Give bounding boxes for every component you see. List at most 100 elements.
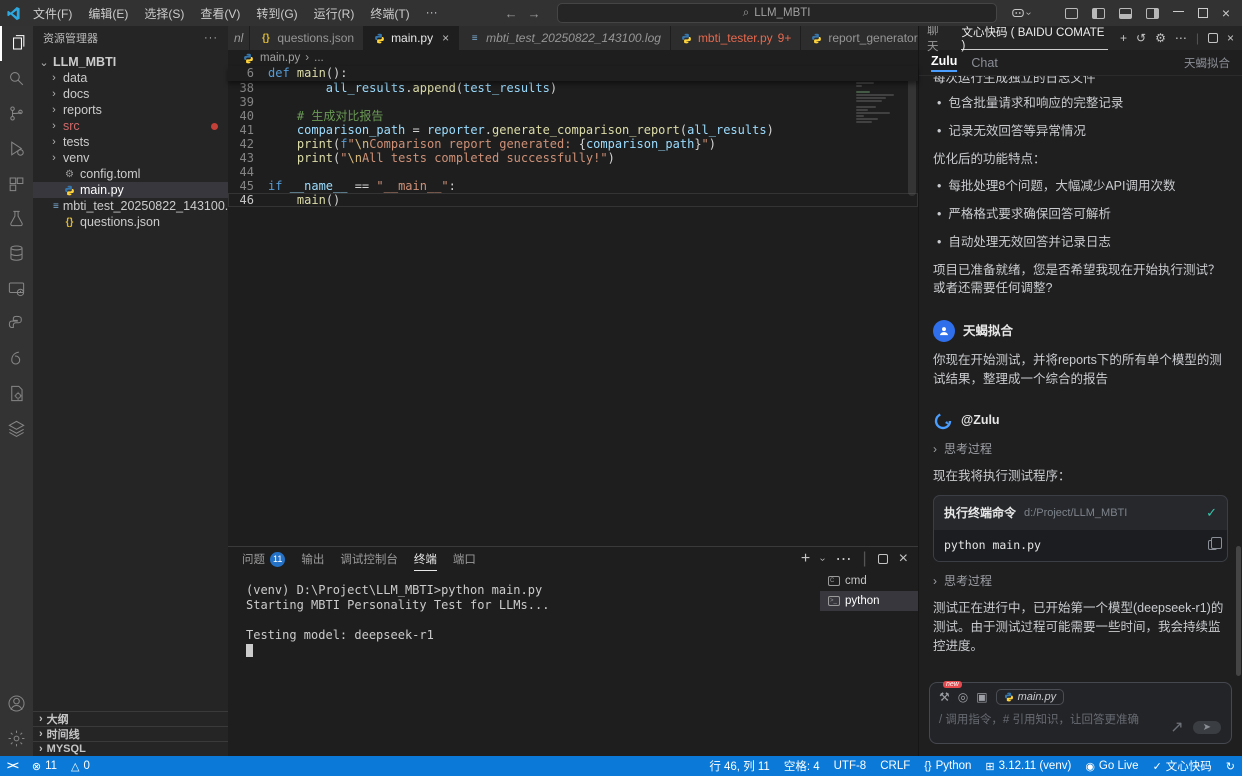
api-tester-icon[interactable] [0,376,33,411]
copilot-menu[interactable]: › [1011,6,1030,20]
terminal-output[interactable]: (venv) D:\Project\LLM_MBTI>python main.p… [228,571,820,756]
sidebar-section-时间线[interactable]: ›时间线 [33,726,228,741]
account-icon[interactable] [0,686,33,721]
explorer-item-venv[interactable]: ›venv [33,150,228,166]
explorer-item-config.toml[interactable]: ⚙config.toml [33,166,228,182]
editor-tab-mbti_tester.py[interactable]: mbti_tester.py9+ [671,26,801,50]
extensions-icon[interactable] [0,166,33,201]
toggle-sidebar-icon[interactable] [1092,8,1105,19]
panel-tab-终端[interactable]: 终端 [414,547,437,571]
tools-icon[interactable]: ⚒new [939,690,950,704]
editor-tab-report_generator.p[interactable]: report_generator.p [801,26,937,50]
panel-tab-调试控制台[interactable]: 调试控制台 [340,547,398,571]
explorer-item-mbti_test_20250822_143100.log[interactable]: ≡mbti_test_20250822_143100.log [33,198,228,214]
settings-gear-icon[interactable] [0,721,33,756]
explorer-item-reports[interactable]: ›reports [33,102,228,118]
tab-close-icon[interactable]: × [442,31,449,45]
tab-chat[interactable]: 聊天 [927,22,949,54]
subtab-zulu[interactable]: Zulu [931,54,957,72]
chat-scrollbar[interactable] [1236,546,1241,676]
panel-tab-输出[interactable]: 输出 [301,547,324,571]
comate-maximize-icon[interactable] [1208,33,1218,43]
menu-item[interactable]: 运行(R) [307,3,362,24]
layers-icon[interactable] [0,411,33,446]
sticky-scroll-line[interactable]: 6def main(): [228,66,918,81]
menu-item[interactable]: 转到(G) [249,3,304,24]
menu-item[interactable]: 编辑(E) [81,3,135,24]
panel-tab-问题[interactable]: 问题11 [242,547,285,571]
status-item-remote[interactable]: >< [0,756,25,776]
source-control-icon[interactable] [0,96,33,131]
status-item-broadcast[interactable]: ◉Go Live [1078,756,1145,776]
agent-icon[interactable]: ◎ [958,690,968,704]
search-sidebar-icon[interactable] [0,61,33,96]
comate-settings-icon[interactable]: ⚙ [1155,31,1166,45]
menu-item[interactable]: 终端(T) [363,3,416,24]
menu-item[interactable]: 选择(S) [137,3,191,24]
thinking-process-toggle[interactable]: ›思考过程 [933,572,1228,590]
menu-item[interactable]: 查看(V) [193,3,247,24]
minimap[interactable] [856,78,904,140]
code-editor[interactable]: 38 all_results.append(test_results)3940 … [228,81,918,207]
menu-bar[interactable]: 文件(F)编辑(E)选择(S)查看(V)转到(G)运行(R)终端(T)··· [26,3,445,24]
context-chip[interactable]: main.py [996,689,1065,705]
explorer-item-questions.json[interactable]: {}questions.json [33,214,228,230]
toggle-panel-icon[interactable] [1119,8,1132,19]
editor-scrollbar[interactable] [908,76,916,196]
database-icon[interactable] [0,236,33,271]
comate-close-icon[interactable]: × [1227,31,1234,45]
explorer-item-docs[interactable]: ›docs [33,86,228,102]
run-debug-icon[interactable] [0,131,33,166]
status-item[interactable]: CRLF [873,756,917,776]
testing-icon[interactable] [0,201,33,236]
breadcrumb[interactable]: main.py › ... [228,50,918,66]
breadcrumb-file[interactable]: main.py [260,52,300,64]
editor-tab-main.py[interactable]: main.py× [364,26,459,50]
python-extension-icon[interactable] [0,306,33,341]
status-item-error[interactable]: ⊗11 [25,756,64,776]
panel-maximize-icon[interactable] [878,554,888,564]
menu-item[interactable]: 文件(F) [26,3,79,24]
editor-tab-questions.json[interactable]: {}questions.json [250,26,364,50]
remote-explorer-icon[interactable] [0,271,33,306]
status-item-warning[interactable]: △0 [64,756,97,776]
minimize-button[interactable] [1173,11,1184,12]
panel-tab-端口[interactable]: 端口 [453,547,476,571]
expand-input-icon[interactable]: ↗ [1170,717,1183,737]
close-button[interactable]: × [1222,5,1230,21]
explorer-more-icon[interactable]: ··· [204,32,218,44]
tongyi-icon[interactable] [0,341,33,376]
explorer-item-tests[interactable]: ›tests [33,134,228,150]
status-item-braces[interactable]: {}Python [917,756,978,776]
editor-tab-nl[interactable]: nl [228,26,250,50]
tab-comate[interactable]: 文心快码 ( BAIDU COMATE ) [961,26,1108,50]
nav-forward-icon[interactable]: → [528,6,541,21]
panel-more-icon[interactable]: ⋯ [836,549,852,569]
toggle-secondary-sidebar-icon[interactable] [1146,8,1159,19]
new-terminal-icon[interactable]: + [801,550,810,568]
copy-icon[interactable] [1208,540,1217,550]
sidebar-section-大纲[interactable]: ›大纲 [33,711,228,726]
explorer-item-data[interactable]: ›data [33,70,228,86]
new-chat-icon[interactable]: + [1120,31,1127,45]
breadcrumb-more[interactable]: ... [314,52,324,64]
status-item[interactable]: UTF-8 [827,756,874,776]
panel-close-icon[interactable]: × [899,550,908,568]
status-item[interactable]: 行 46, 列 11 [702,756,777,776]
status-item-grid[interactable]: ⊞3.12.11 (venv) [978,756,1078,776]
status-item-check[interactable]: ✓文心快码 [1146,756,1219,776]
explorer-item-LLM_MBTI[interactable]: ⌄LLM_MBTI [33,54,228,70]
terminal-instance-cmd[interactable]: Ccmd [820,571,918,591]
status-item-sync[interactable]: ↻ [1219,756,1242,776]
comate-more-icon[interactable]: ⋯ [1175,31,1187,45]
explorer-icon[interactable] [0,26,33,61]
editor-tab-mbti_test_20250822_143100.log[interactable]: ≡mbti_test_20250822_143100.log [459,26,671,50]
send-button[interactable]: ➤ [1193,721,1221,734]
command-center-search[interactable]: ⌕ LLM_MBTI [557,3,997,23]
maximize-button[interactable] [1198,8,1208,18]
explorer-item-main.py[interactable]: main.py [33,182,228,198]
subtab-chat[interactable]: Chat [971,56,997,70]
terminal-instance-python[interactable]: >_python [820,591,918,611]
terminal-dropdown-icon[interactable]: › [817,557,828,560]
thinking-process-toggle[interactable]: ›思考过程 [933,440,1228,458]
